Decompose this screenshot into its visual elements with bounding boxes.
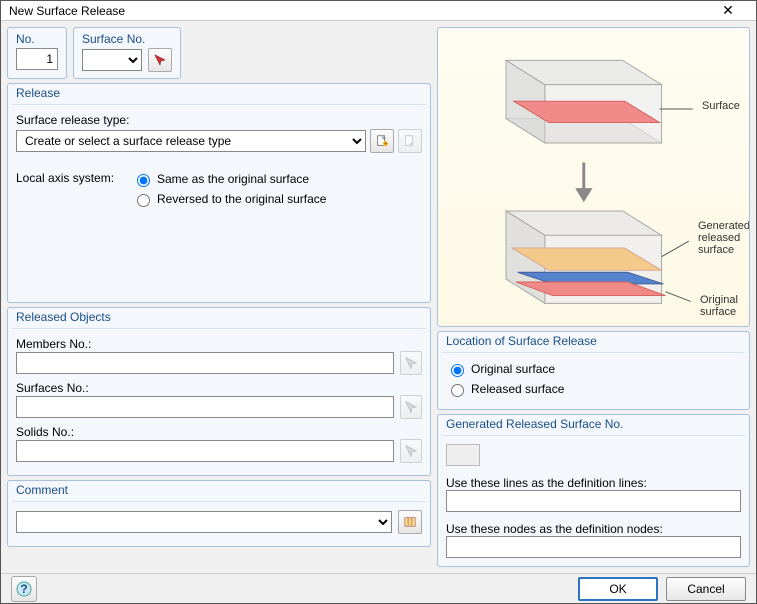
edit-icon[interactable] (398, 129, 422, 153)
no-input[interactable] (16, 48, 58, 70)
comment-select[interactable] (16, 511, 392, 533)
generated-no-display (446, 444, 480, 466)
location-released-radio[interactable] (451, 384, 464, 397)
def-lines-label: Use these lines as the definition lines: (446, 476, 741, 490)
pick-icon[interactable] (148, 48, 172, 72)
release-title: Release (12, 86, 426, 105)
axis-same-option[interactable]: Same as the original surface (132, 171, 326, 187)
release-type-select[interactable]: Create or select a surface release type (16, 130, 366, 152)
axis-label: Local axis system: (16, 171, 126, 185)
location-group: Location of Surface Release Original sur… (437, 331, 750, 410)
library-icon[interactable] (398, 510, 422, 534)
surfaces-label: Surfaces No.: (16, 381, 422, 395)
ok-button[interactable]: OK (578, 577, 658, 601)
help-icon[interactable]: ? (11, 576, 37, 602)
preview-panel: Surface Generated released surface Origi… (437, 27, 750, 327)
axis-reversed-option[interactable]: Reversed to the original surface (132, 191, 326, 207)
surfaces-pick-icon[interactable] (400, 395, 422, 419)
surface-no-select[interactable] (82, 49, 142, 71)
released-objects-title: Released Objects (12, 310, 426, 329)
surfaces-input[interactable] (16, 396, 394, 418)
svg-text:?: ? (20, 582, 27, 596)
location-released-label: Released surface (471, 382, 564, 396)
no-group: No. (7, 27, 67, 79)
dialog-title: New Surface Release (9, 4, 708, 18)
footer: ? OK Cancel (1, 573, 756, 603)
location-original-radio[interactable] (451, 364, 464, 377)
preview-illustration (438, 28, 749, 326)
comment-title: Comment (12, 483, 426, 502)
comment-group: Comment (7, 480, 431, 547)
def-nodes-label: Use these nodes as the definition nodes: (446, 522, 741, 536)
callout-original: Original surface (700, 294, 750, 318)
generated-title: Generated Released Surface No. (442, 417, 745, 436)
location-original-option[interactable]: Original surface (446, 361, 741, 377)
def-nodes-input[interactable] (446, 536, 741, 558)
surface-no-label: Surface No. (82, 32, 172, 46)
solids-input[interactable] (16, 440, 394, 462)
axis-reversed-label: Reversed to the original surface (157, 192, 326, 206)
content-area: No. Surface No. Release Surface release … (1, 21, 756, 573)
members-pick-icon[interactable] (400, 351, 422, 375)
location-original-label: Original surface (471, 362, 555, 376)
no-label: No. (16, 32, 58, 46)
new-doc-icon[interactable] (370, 129, 394, 153)
callout-generated: Generated released surface (698, 220, 750, 256)
titlebar: New Surface Release ✕ (1, 1, 756, 21)
dialog-window: New Surface Release ✕ No. Surface No. (0, 0, 757, 604)
surface-no-group: Surface No. (73, 27, 181, 79)
location-released-option[interactable]: Released surface (446, 381, 741, 397)
def-lines-input[interactable] (446, 490, 741, 512)
solids-label: Solids No.: (16, 425, 422, 439)
right-column: Surface Generated released surface Origi… (437, 27, 750, 567)
top-row: No. Surface No. (7, 27, 431, 79)
location-title: Location of Surface Release (442, 334, 745, 353)
release-type-label: Surface release type: (16, 113, 422, 127)
solids-pick-icon[interactable] (400, 439, 422, 463)
axis-reversed-radio[interactable] (137, 194, 150, 207)
axis-same-label: Same as the original surface (157, 172, 309, 186)
left-column: No. Surface No. Release Surface release … (7, 27, 431, 567)
cancel-button[interactable]: Cancel (666, 577, 746, 601)
callout-surface: Surface (702, 100, 740, 112)
generated-group: Generated Released Surface No. Use these… (437, 414, 750, 567)
axis-same-radio[interactable] (137, 174, 150, 187)
released-objects-group: Released Objects Members No.: Surfaces N… (7, 307, 431, 476)
release-group: Release Surface release type: Create or … (7, 83, 431, 303)
members-label: Members No.: (16, 337, 422, 351)
members-input[interactable] (16, 352, 394, 374)
close-icon[interactable]: ✕ (708, 2, 748, 19)
